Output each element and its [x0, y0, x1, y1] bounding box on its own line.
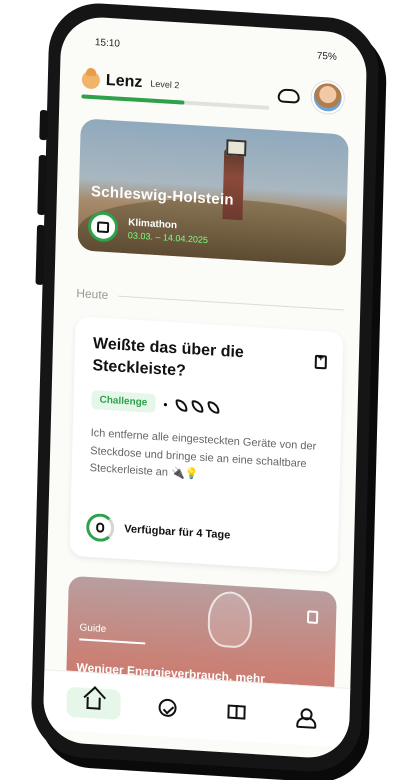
level-progress-bar [81, 94, 270, 110]
availability-row: Verfügbar für 4 Tage [85, 512, 231, 550]
power-button [35, 224, 46, 286]
leaf-rating [175, 398, 220, 414]
nav-rewards[interactable] [214, 695, 259, 728]
leaf-icon [175, 398, 188, 412]
waving-hand-icon [81, 70, 101, 90]
cloud-icon[interactable] [277, 88, 300, 104]
leaf-icon [207, 400, 220, 414]
nav-home[interactable] [65, 686, 121, 720]
brand: Lenz Level 2 [81, 70, 180, 94]
guide-label: Guide [79, 622, 107, 636]
app-screen: 15:10 75% Lenz Level 2 Schleswig-Holstei [42, 15, 368, 760]
top-bar: Lenz Level 2 [81, 66, 345, 122]
challenge-card[interactable]: Weißte das über die Steckleiste? Challen… [69, 316, 344, 573]
calendar-icon [87, 210, 119, 243]
region-hero-card[interactable]: Schleswig-Holstein Klimathon 03.03. – 14… [77, 118, 349, 267]
flame-icon [85, 512, 115, 543]
section-label: Heute [76, 286, 109, 303]
stage: 15:10 75% Lenz Level 2 Schleswig-Holstei [0, 0, 401, 780]
app-name: Lenz [105, 71, 143, 92]
nav-challenges[interactable] [145, 691, 190, 724]
home-icon [85, 696, 101, 710]
status-battery: 75% [316, 50, 337, 63]
level-label: Level 2 [150, 78, 180, 91]
level-progress-fill [81, 94, 185, 105]
phone-frame: 15:10 75% Lenz Level 2 Schleswig-Holstei [30, 0, 380, 775]
section-header: Heute [76, 286, 345, 316]
bookmark-add-icon[interactable] [306, 610, 319, 624]
status-bar: 15:10 75% [95, 37, 337, 63]
challenge-description: Ich entferne alle eingesteckten Geräte v… [89, 427, 317, 481]
challenge-badge: Challenge [91, 390, 156, 414]
users-icon [296, 707, 314, 724]
event-dates: 03.03. – 14.04.2025 [127, 229, 209, 245]
gift-icon [226, 703, 246, 720]
light-bulb-image [207, 590, 253, 649]
status-time: 15:10 [94, 37, 121, 50]
leaf-icon [191, 399, 204, 413]
challenge-title: Weißte das über die Steckleiste? [92, 335, 245, 380]
divider [118, 295, 345, 310]
guide-underline [79, 638, 146, 645]
availability-text: Verfügbar für 4 Tage [124, 523, 231, 542]
avatar[interactable] [311, 80, 345, 115]
check-circle-icon [157, 697, 177, 717]
lighthouse-image [222, 149, 245, 221]
bookmark-add-icon[interactable] [314, 354, 327, 370]
challenge-tags: Challenge • [91, 390, 323, 423]
nav-community[interactable] [283, 699, 328, 732]
separator: • [163, 397, 168, 412]
volume-button [37, 154, 47, 216]
volume-button [39, 109, 49, 141]
